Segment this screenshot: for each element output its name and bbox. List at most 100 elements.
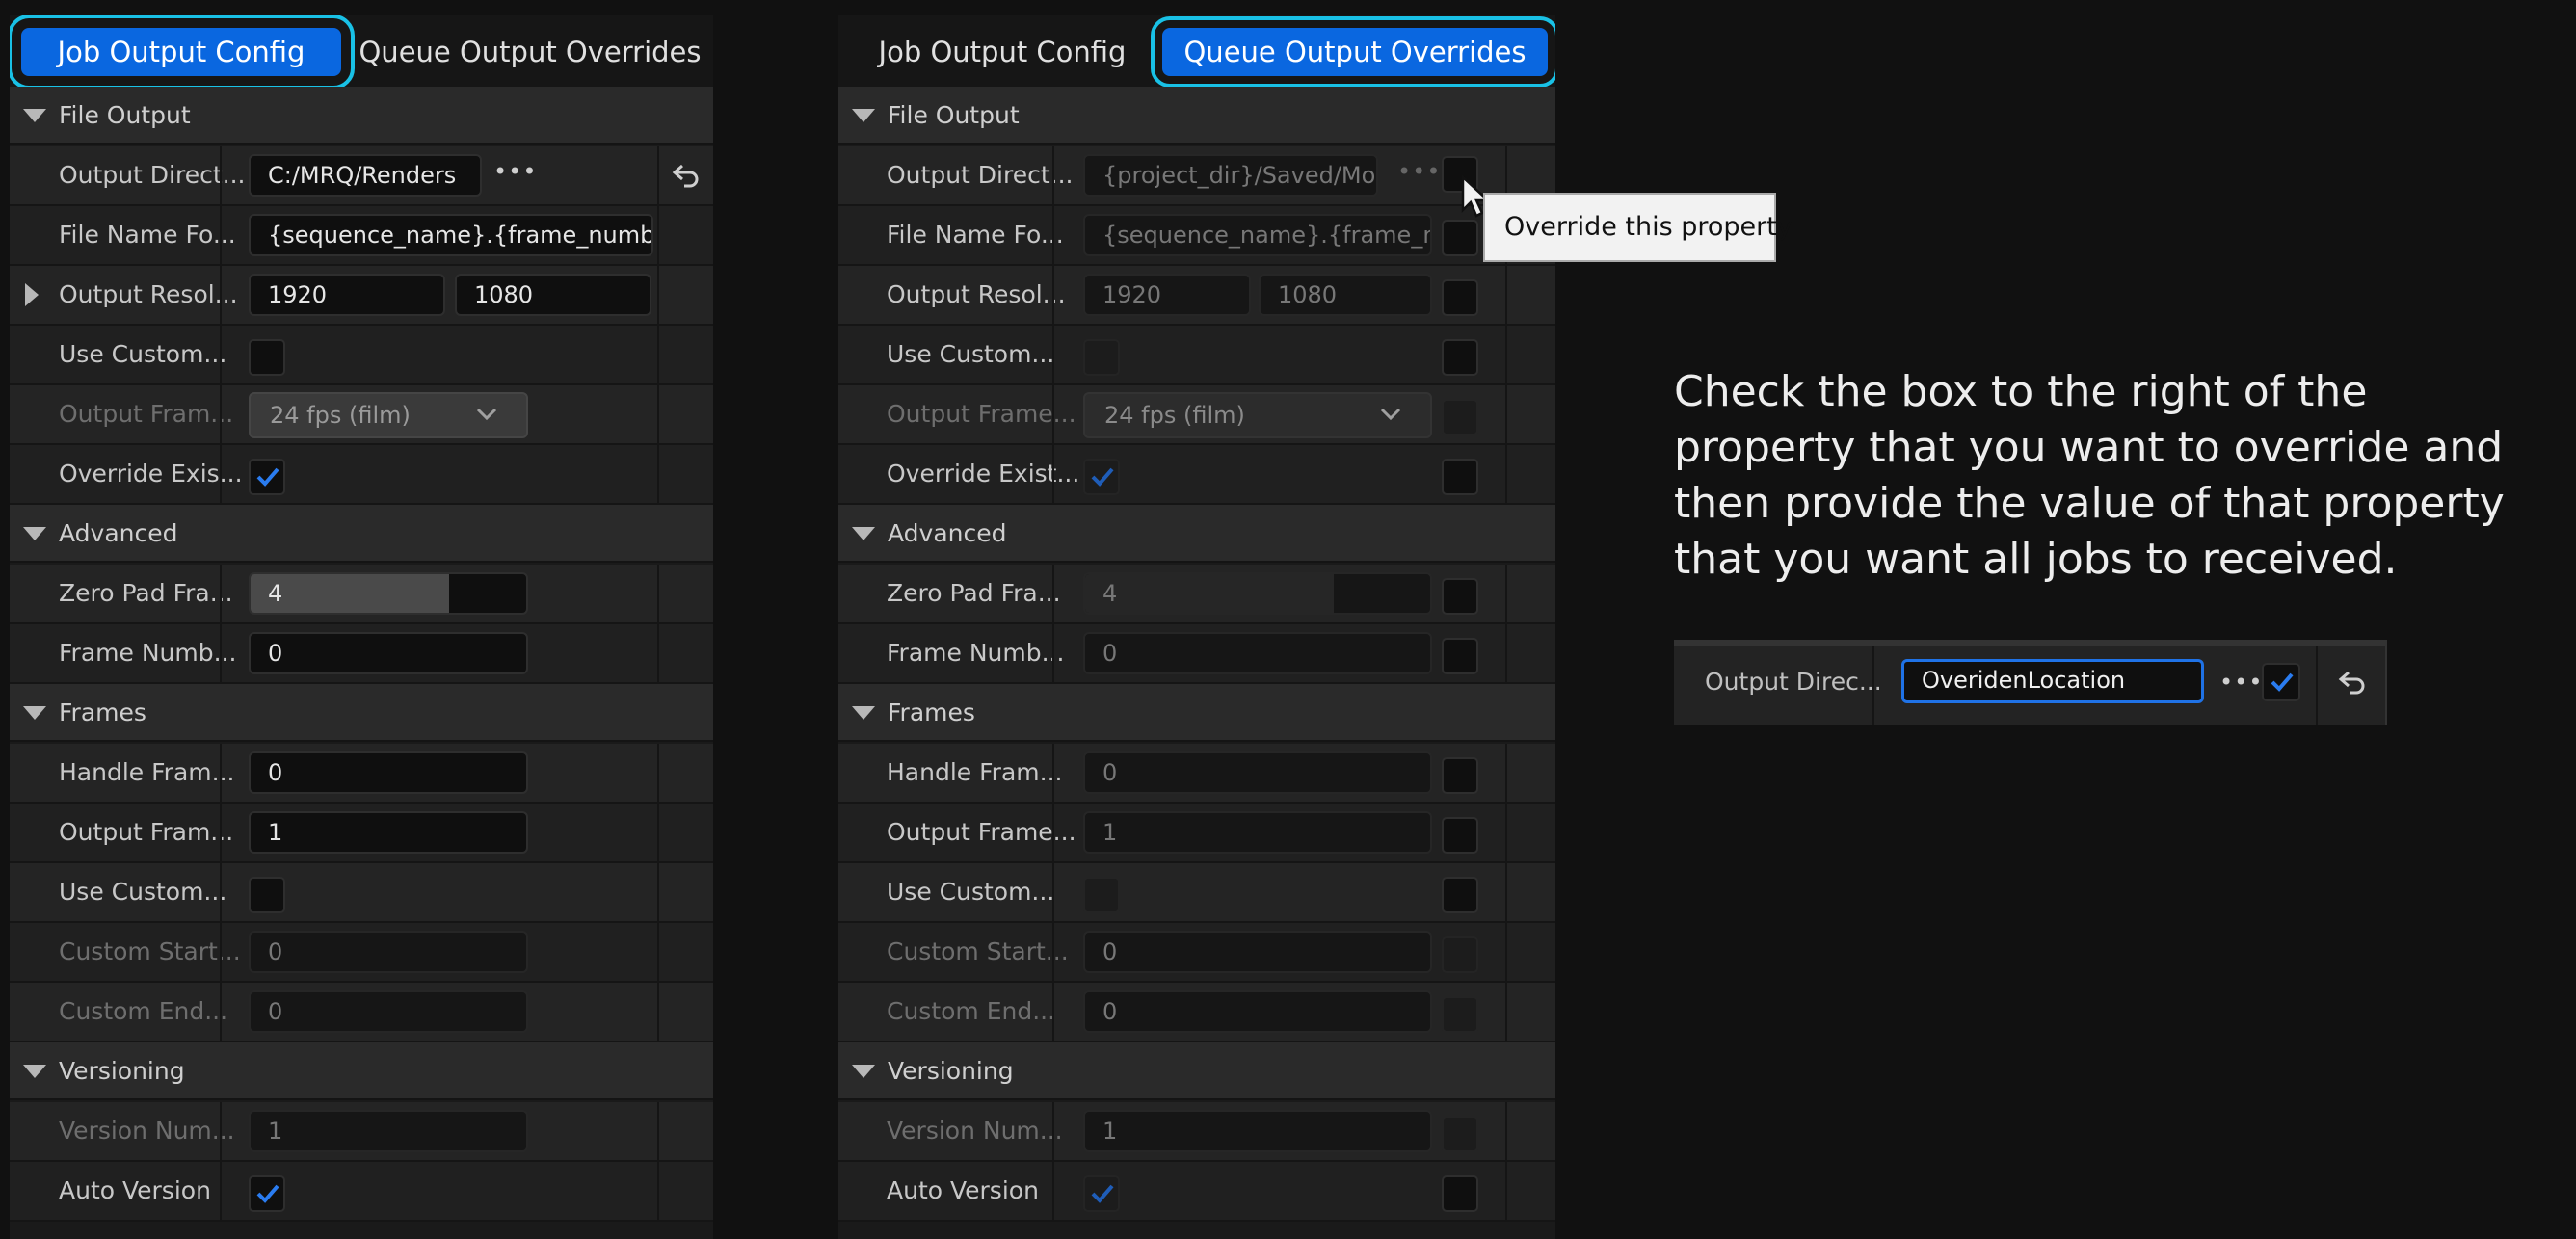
override-override-existing-checkbox[interactable] (1442, 459, 1478, 495)
reset-arrow-icon[interactable] (2337, 669, 2368, 699)
property-label: Handle Fram... (887, 758, 1063, 786)
tab-job-output-config[interactable]: Job Output Config (10, 15, 355, 90)
checkmark-icon (256, 467, 279, 487)
resolution-y-input[interactable]: 1080 (1259, 274, 1432, 316)
caret-down-icon (23, 109, 46, 122)
property-label: Output Frame... (887, 400, 1076, 428)
override-use-custom-fps-checkbox[interactable] (1442, 339, 1478, 376)
row-output-framerate: Output Frame... 24 fps (film) (838, 385, 1555, 445)
section-frames[interactable]: Frames (838, 684, 1555, 742)
override-zero-pad-checkbox[interactable] (1442, 578, 1478, 615)
slider-value: 4 (1102, 580, 1118, 607)
override-custom-end-checkbox[interactable] (1442, 996, 1478, 1033)
tab-queue-output-overrides[interactable]: Queue Output Overrides (357, 28, 704, 76)
custom-end-input[interactable]: 0 (249, 990, 528, 1033)
property-label: Output Resol... (59, 280, 238, 308)
property-label: Override Exis... (59, 460, 243, 488)
override-existing-checkbox[interactable] (249, 459, 285, 495)
use-custom-fps-checkbox[interactable] (249, 339, 285, 376)
override-file-name-format-checkbox[interactable] (1442, 220, 1478, 256)
version-number-input[interactable]: 1 (1083, 1110, 1432, 1152)
row-output-resolution: Output Resol... 1920 1080 (838, 266, 1555, 326)
use-custom-playback-checkbox[interactable] (249, 877, 285, 913)
resolution-x-input[interactable]: 1920 (249, 274, 445, 316)
handle-frame-count-input[interactable]: 0 (1083, 751, 1432, 794)
file-name-format-input[interactable]: {sequence_name}.{frame_nu (1083, 214, 1432, 256)
slider-value: 4 (268, 580, 283, 607)
output-frame-step-input[interactable]: 1 (1083, 811, 1432, 854)
auto-version-checkbox[interactable] (1083, 1175, 1120, 1212)
property-label: Auto Version (59, 1176, 211, 1204)
tab-job-output-config[interactable]: Job Output Config (858, 28, 1147, 76)
override-frame-number-offset-checkbox[interactable] (1442, 638, 1478, 674)
override-use-custom-playback-checkbox[interactable] (1442, 877, 1478, 913)
override-handle-frame-count-checkbox[interactable] (1442, 757, 1478, 794)
section-title: Versioning (888, 1057, 1014, 1085)
section-frames[interactable]: Frames (10, 684, 713, 742)
override-output-resolution-checkbox[interactable] (1442, 279, 1478, 316)
section-versioning[interactable]: Versioning (838, 1042, 1555, 1100)
tab-queue-output-overrides[interactable]: Queue Output Overrides (1151, 16, 1555, 88)
handle-frame-count-input[interactable]: 0 (249, 751, 528, 794)
section-advanced[interactable]: Advanced (838, 505, 1555, 563)
resolution-y-input[interactable]: 1080 (455, 274, 651, 316)
property-label: Version Num... (59, 1117, 235, 1145)
custom-start-input[interactable]: 0 (249, 931, 528, 973)
property-label: Custom Start... (59, 937, 241, 965)
section-versioning[interactable]: Versioning (10, 1042, 713, 1100)
section-file-output[interactable]: File Output (10, 87, 713, 145)
example-override-checkbox[interactable] (2262, 663, 2300, 701)
file-name-format-input[interactable]: {sequence_name}.{frame_number (249, 214, 653, 256)
property-label: Custom End... (59, 997, 228, 1025)
example-value-input[interactable]: OveridenLocation (1901, 659, 2204, 703)
section-advanced[interactable]: Advanced (10, 505, 713, 563)
override-output-frame-step-checkbox[interactable] (1442, 817, 1478, 854)
custom-start-input[interactable]: 0 (1083, 931, 1432, 973)
override-tooltip: Override this property (1483, 193, 1793, 262)
row-output-frame-step: Output Fram... 1 (10, 804, 713, 863)
output-frame-step-input[interactable]: 1 (249, 811, 528, 854)
use-custom-fps-checkbox[interactable] (1083, 339, 1120, 376)
property-label: Frame Numb... (887, 639, 1065, 667)
framerate-dropdown[interactable]: 24 fps (film) (1083, 392, 1432, 438)
property-label: Use Custom... (887, 878, 1055, 906)
framerate-dropdown[interactable]: 24 fps (film) (249, 392, 528, 438)
row-handle-frame-count: Handle Fram... 0 (838, 744, 1555, 804)
zero-pad-slider[interactable]: 4 (1083, 572, 1432, 615)
zero-pad-slider[interactable]: 4 (249, 572, 528, 615)
output-directory-input[interactable]: C:/MRQ/Renders (249, 154, 482, 197)
row-zero-pad: Zero Pad Fra... 4 (10, 565, 713, 624)
caret-down-icon (23, 706, 46, 720)
resolution-x-input[interactable]: 1920 (1083, 274, 1251, 316)
checkmark-icon (1091, 467, 1114, 487)
tab-bar: Job Output Config Queue Output Overrides (838, 15, 1555, 88)
reset-arrow-icon[interactable] (671, 162, 702, 193)
row-custom-end: Custom End... 0 (10, 983, 713, 1042)
ellipsis-icon[interactable]: ••• (493, 158, 537, 185)
row-output-frame-step: Output Frame... 1 (838, 804, 1555, 863)
row-frame-number-offset: Frame Numb... 0 (10, 624, 713, 684)
custom-end-input[interactable]: 0 (1083, 990, 1432, 1033)
section-file-output[interactable]: File Output (838, 87, 1555, 145)
property-label: Zero Pad Fra... (887, 579, 1061, 607)
override-existing-checkbox[interactable] (1083, 459, 1120, 495)
frame-number-offset-input[interactable]: 0 (249, 632, 528, 674)
override-version-number-checkbox[interactable] (1442, 1116, 1478, 1152)
row-version-number: Version Num... 1 (838, 1102, 1555, 1162)
override-custom-start-checkbox[interactable] (1442, 936, 1478, 973)
checkmark-icon (2271, 672, 2294, 692)
use-custom-playback-checkbox[interactable] (1083, 877, 1120, 913)
section-title: File Output (888, 101, 1020, 129)
version-number-input[interactable]: 1 (249, 1110, 528, 1152)
override-auto-version-checkbox[interactable] (1442, 1175, 1478, 1212)
ellipsis-icon[interactable]: ••• (2219, 669, 2263, 696)
section-title: Frames (888, 699, 975, 726)
caret-right-icon[interactable] (25, 283, 39, 306)
frame-number-offset-input[interactable]: 0 (1083, 632, 1432, 674)
ellipsis-icon[interactable]: ••• (1397, 158, 1441, 185)
example-override-row: Output Direc... OveridenLocation ••• (1674, 640, 2387, 725)
output-directory-input[interactable]: {project_dir}/Saved/Mov (1083, 154, 1378, 197)
auto-version-checkbox[interactable] (249, 1175, 285, 1212)
override-output-framerate-checkbox[interactable] (1442, 399, 1478, 435)
row-file-name-format: File Name Fo... {sequence_name}.{frame_n… (10, 206, 713, 266)
